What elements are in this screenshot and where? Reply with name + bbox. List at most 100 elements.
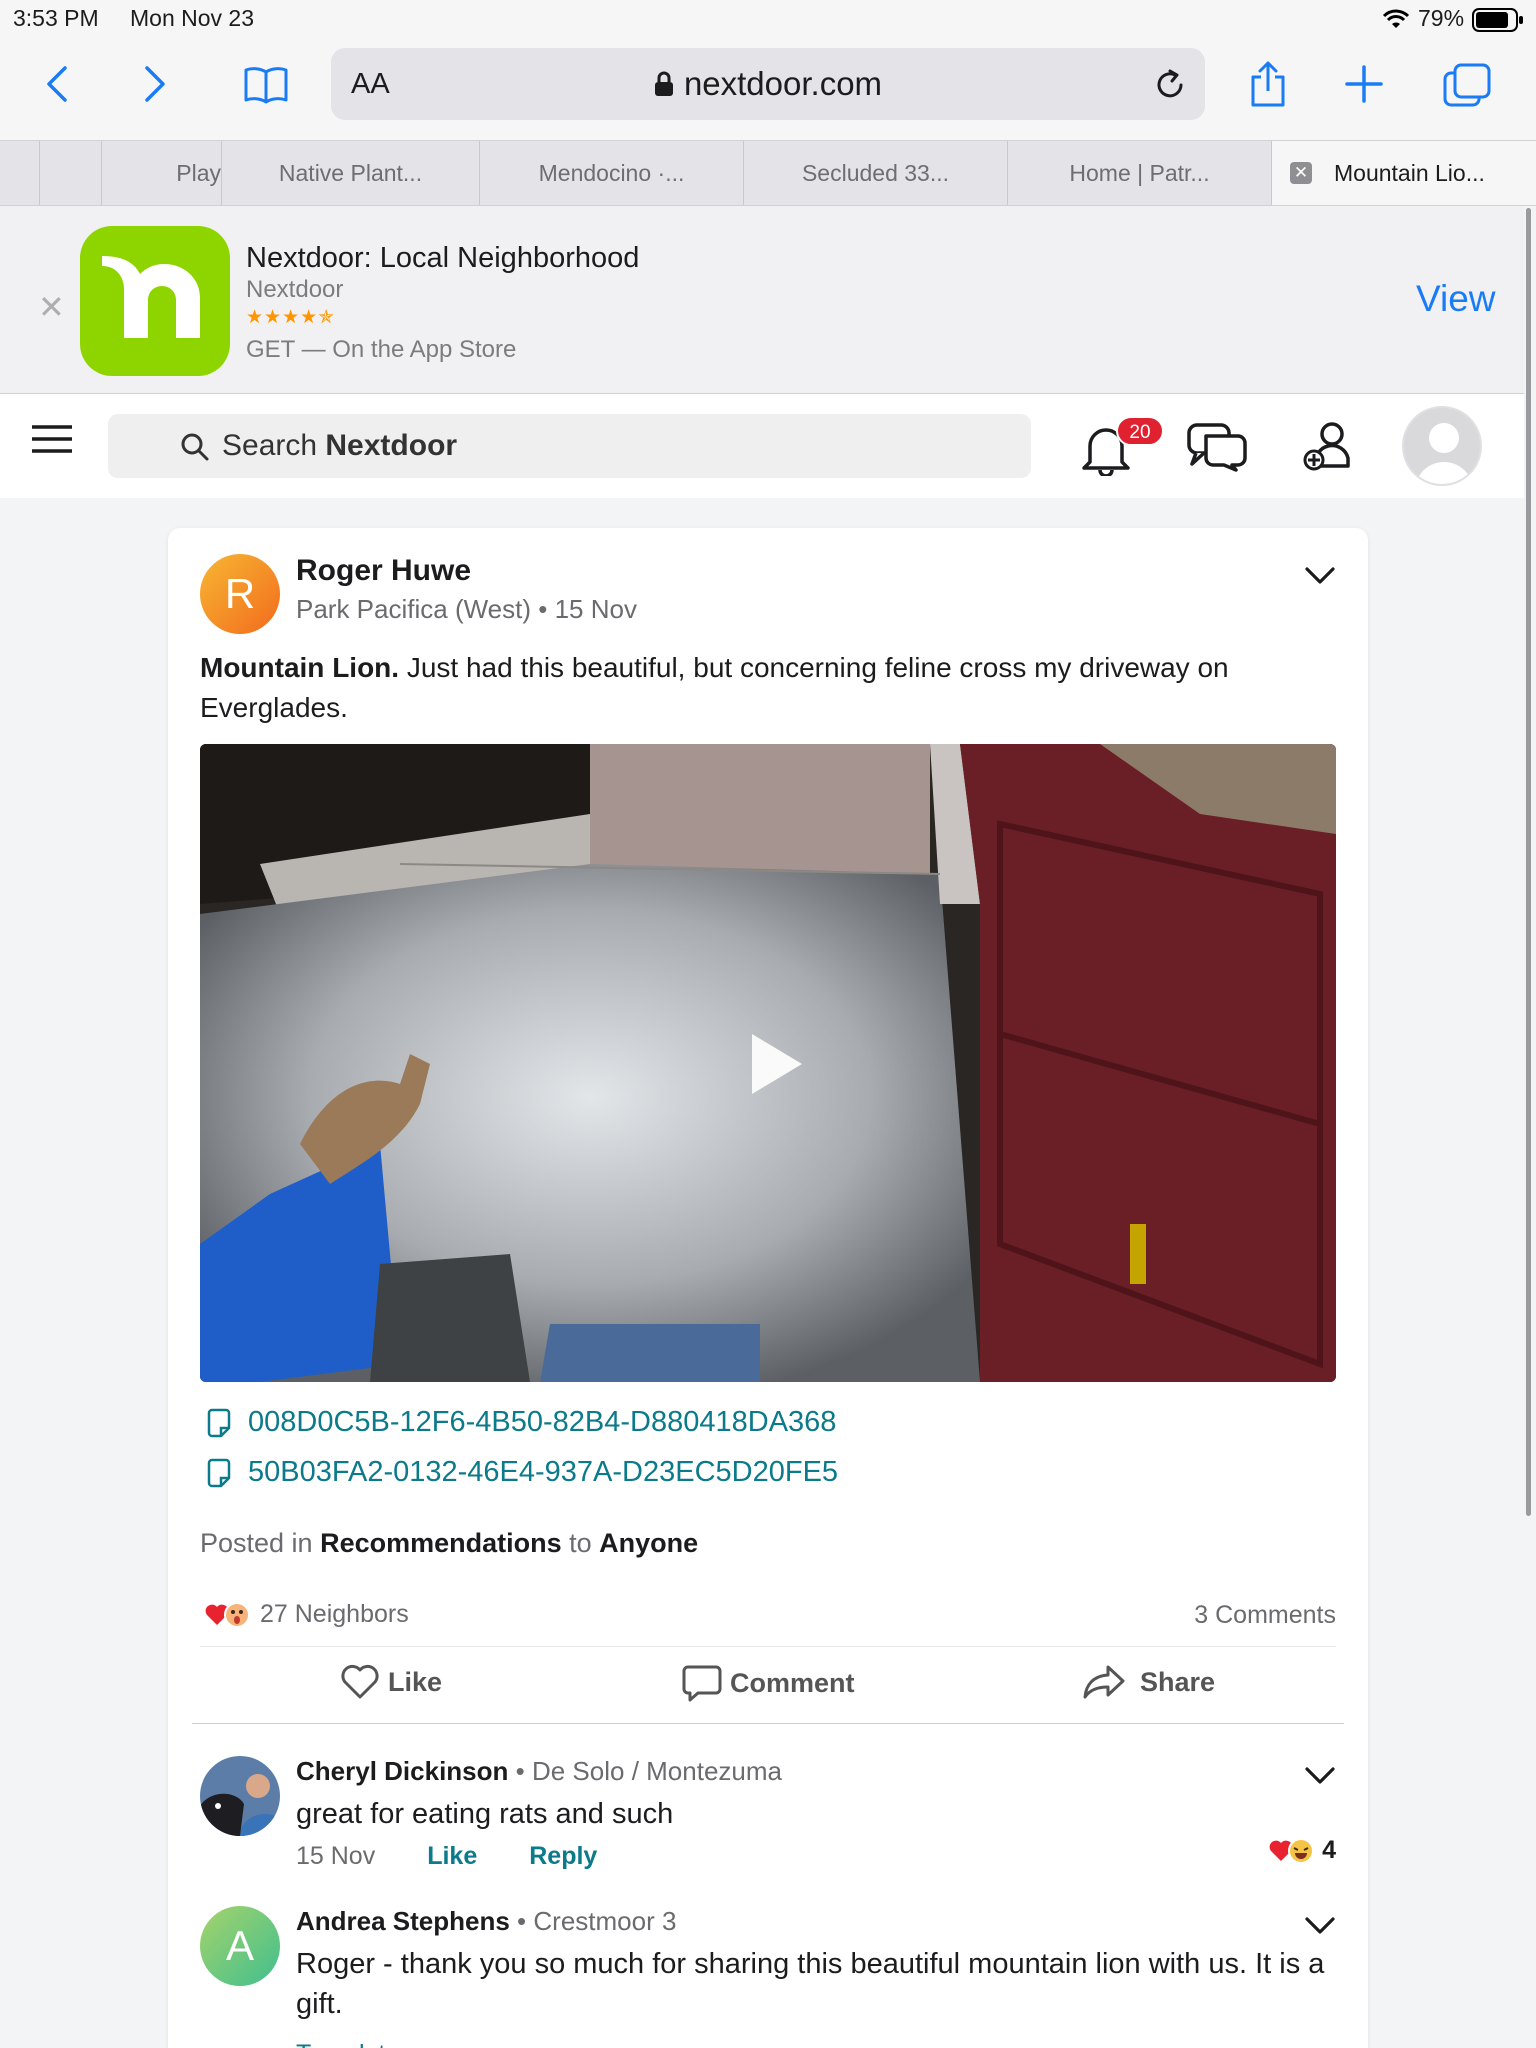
comment-button[interactable]: Comment [682,1664,855,1702]
tab-mendocino[interactable]: Mendocino ·... [480,141,744,205]
forward-button[interactable] [136,64,176,104]
app-store-banner: ✕ Nextdoor: Local Neighborhood Nextdoor … [0,206,1524,394]
search-input[interactable]: Search Nextdoor [108,414,1031,478]
status-time: 3:53 PM [13,5,99,31]
nextdoor-app-icon [80,226,230,376]
tabs-overview-button[interactable] [1442,60,1492,108]
tab-blank[interactable] [40,141,102,205]
notification-badge: 20 [1116,416,1164,446]
comment-reactions[interactable]: 4 [1268,1836,1336,1865]
comment-text: Roger - thank you so much for sharing th… [296,1948,1325,2020]
close-banner-icon[interactable]: ✕ [38,288,65,326]
book-icon [244,67,288,104]
bookmarks-button[interactable] [240,62,292,106]
tab-native-plant[interactable]: Native Plant... [222,141,480,205]
comment-bubble-icon [682,1665,722,1702]
address-bar[interactable]: AA nextdoor.com [331,48,1205,120]
post-audience[interactable]: Anyone [599,1528,698,1558]
share-post-button[interactable]: Share [1082,1664,1215,1700]
scrollbar-thumb[interactable] [1526,208,1531,1516]
tab-mountain-lion[interactable]: ✕ Mountain Lio... [1272,141,1536,205]
battery-icon [1472,8,1523,32]
translate-link[interactable]: Translate [296,2040,399,2048]
battery-percentage: 79% [1418,5,1465,31]
attachment-link[interactable]: 008D0C5B-12F6-4B50-82B4-D880418DA368 [206,1406,836,1439]
browser-toolbar: AA nextdoor.com [0,40,1536,140]
commenter-name[interactable]: Cheryl Dickinson [296,1756,508,1786]
tab-play[interactable]: Play [102,141,222,205]
commenter-name[interactable]: Andrea Stephens [296,1906,510,1936]
comment-footer: 15 Nov Like Reply [296,1842,597,1871]
page-scrollbar[interactable] [1524,206,1536,2048]
app-get-label: GET — On the App Store [246,336,517,363]
post-card: R Roger Huwe Park Pacifica (West) • 15 N… [168,528,1368,2048]
tab-blank[interactable] [0,141,40,205]
share-arrow-icon [1083,1665,1125,1699]
post-meta: Park Pacifica (West) • 15 Nov [296,594,637,625]
commenter-line: Andrea Stephens • Crestmoor 3 [296,1906,677,1936]
chevron-right-icon [145,66,165,102]
post-body: Mountain Lion. Just had this beautiful, … [200,648,1330,728]
back-button[interactable] [36,64,76,104]
lock-icon [654,71,673,96]
commenter-line: Cheryl Dickinson • De Solo / Montezuma [296,1756,782,1786]
commenter-neighborhood[interactable]: Crestmoor 3 [533,1906,676,1936]
video-player[interactable] [200,744,1336,1382]
meta-separator: • [538,594,555,624]
tab-secluded[interactable]: Secluded 33... [744,141,1008,205]
heart-outline-icon [341,1664,379,1699]
post-date[interactable]: 15 Nov [555,594,637,624]
hamburger-menu-icon[interactable] [32,424,72,454]
commenter-avatar[interactable]: A [200,1906,280,1986]
author-avatar[interactable]: R [200,554,280,634]
chevron-left-icon [47,66,67,102]
app-developer: Nextdoor [246,276,344,303]
user-silhouette-icon [1416,423,1472,484]
comment-options[interactable] [1304,1916,1336,1941]
reload-icon[interactable] [1153,68,1187,102]
close-tab-icon[interactable]: ✕ [1290,162,1312,184]
attachment-link[interactable]: 50B03FA2-0132-46E4-937A-D23EC5D20FE5 [206,1456,838,1489]
comment-options[interactable] [1304,1766,1336,1791]
share-button[interactable] [1244,56,1292,112]
search-icon [181,433,209,461]
reaction-count: 27 Neighbors [260,1600,409,1628]
nextdoor-header: Search Nextdoor 20 [0,394,1524,498]
comment-item: A Andrea Stephens • Crestmoor 3 Roger - … [200,1906,1336,2048]
tab-home-patr[interactable]: Home | Patr... [1008,141,1272,205]
posted-in: Posted in Recommendations to Anyone [200,1528,699,1558]
post-title: Mountain Lion. [200,652,400,683]
search-placeholder: Search Nextdoor [222,429,458,462]
comment-reply-button[interactable]: Reply [529,1842,597,1871]
file-icon [207,1458,231,1487]
status-date: Mon Nov 23 [130,5,255,31]
chevron-down-icon[interactable] [1304,566,1336,586]
divider [200,1646,1336,1647]
like-button[interactable]: Like [340,1664,442,1700]
commenter-photo [200,1756,280,1836]
post-neighborhood[interactable]: Park Pacifica (West) [296,594,531,624]
comment-like-button[interactable]: Like [427,1842,477,1871]
post-author[interactable]: Roger Huwe [296,554,471,588]
commenter-neighborhood[interactable]: De Solo / Montezuma [532,1756,782,1786]
file-icon [207,1408,231,1437]
invite-neighbor-icon[interactable] [1302,420,1354,472]
view-app-button[interactable]: View [1416,278,1496,320]
post-category[interactable]: Recommendations [320,1528,562,1558]
tabs-icon [1443,63,1491,107]
comment-text: great for eating rats and such [296,1798,674,1830]
comments-count[interactable]: 3 Comments [1194,1601,1336,1630]
new-tab-button[interactable] [1342,62,1386,106]
wifi-icon [1382,9,1410,28]
play-icon[interactable] [748,1032,804,1096]
messages-icon[interactable] [1186,422,1248,472]
app-rating-stars: ★★★★✯ [246,307,336,328]
plus-icon [1345,65,1383,103]
chevron-down-icon [1305,1917,1335,1934]
reaction-summary[interactable]: 27 Neighbors [204,1600,409,1629]
divider [192,1723,1344,1724]
profile-avatar[interactable] [1402,406,1482,486]
commenter-avatar[interactable] [200,1756,280,1836]
comment-item: Cheryl Dickinson • De Solo / Montezuma g… [200,1756,1336,1870]
comment-reaction-count: 4 [1322,1836,1336,1864]
